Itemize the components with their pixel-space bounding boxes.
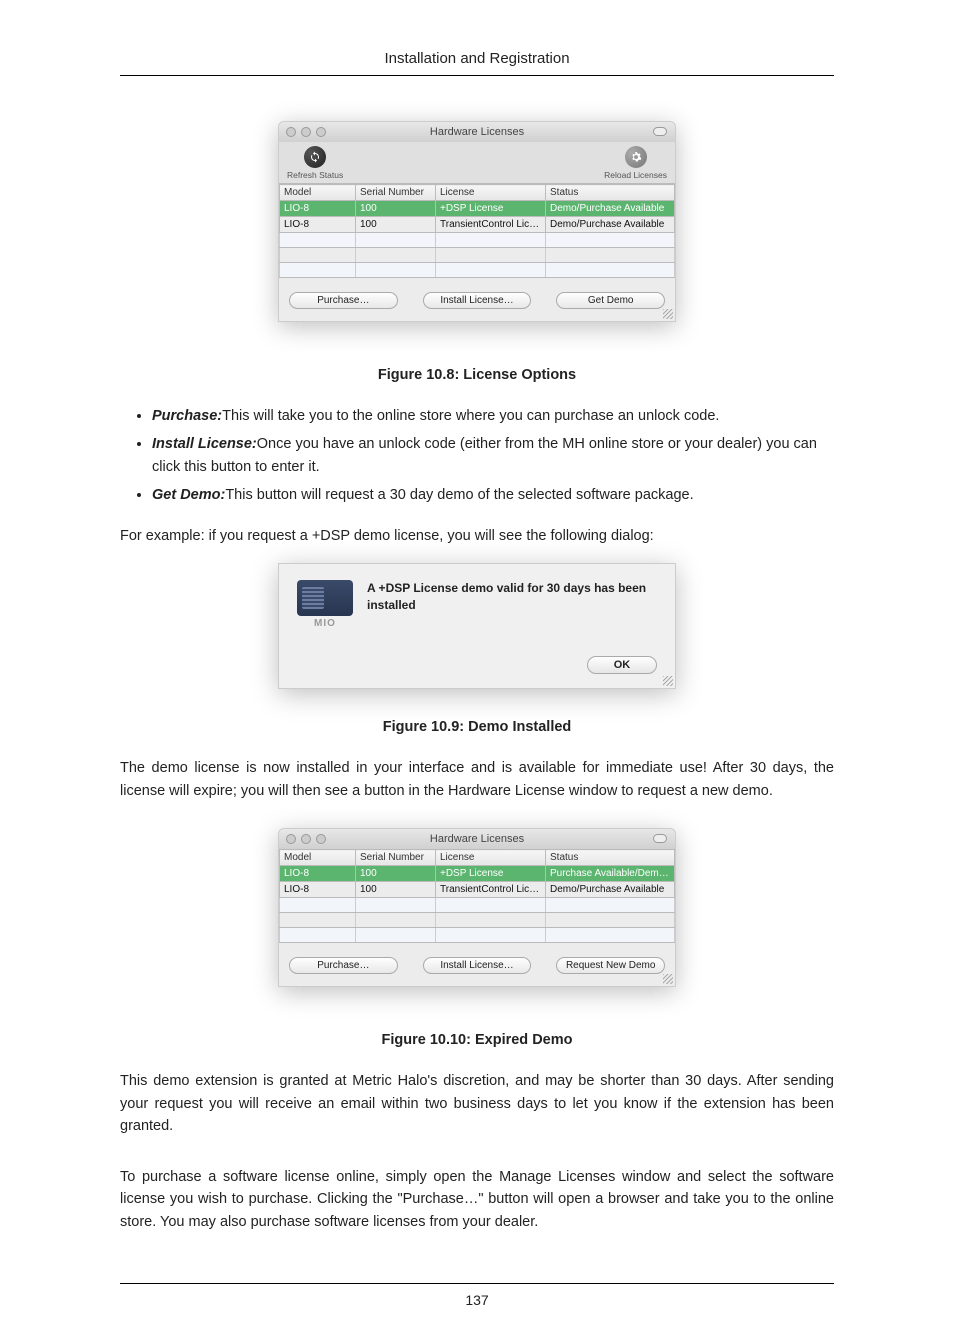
gear-icon: [625, 146, 647, 168]
cell-model: LIO-8: [280, 866, 356, 882]
paragraph-2: The demo license is now installed in you…: [120, 757, 834, 802]
bullet-list: Purchase:This will take you to the onlin…: [152, 405, 834, 507]
install-license-button[interactable]: Install License…: [423, 957, 532, 974]
table-row[interactable]: LIO-8 100 TransientControl Lic… Demo/Pur…: [280, 217, 675, 233]
col-status[interactable]: Status: [546, 185, 675, 201]
table-row[interactable]: LIO-8 100 TransientControl Lic… Demo/Pur…: [280, 882, 675, 898]
col-model[interactable]: Model: [280, 185, 356, 201]
page-number: 137: [120, 1283, 834, 1308]
bullet-desc: This will take you to the online store w…: [222, 408, 719, 424]
ok-button[interactable]: OK: [587, 656, 657, 674]
cell-model: LIO-8: [280, 882, 356, 898]
dialog-message: A +DSP License demo valid for 30 days ha…: [367, 580, 657, 612]
reload-licenses-button[interactable]: Reload Licenses: [604, 146, 667, 180]
pill-button[interactable]: [653, 127, 667, 136]
resize-grip[interactable]: [663, 309, 673, 319]
button-row: Purchase… Install License… Request New D…: [279, 943, 675, 986]
window-title: Hardware Licenses: [279, 126, 675, 138]
cell-serial: 100: [356, 866, 436, 882]
brand-label: MIO: [297, 618, 353, 629]
refresh-status-label: Refresh Status: [287, 170, 343, 180]
cell-serial: 100: [356, 882, 436, 898]
figure-caption-2: Figure 10.9: Demo Installed: [120, 719, 834, 735]
col-license[interactable]: License: [436, 185, 546, 201]
cell-license: +DSP License: [436, 201, 546, 217]
cell-status: Demo/Purchase Available: [546, 882, 675, 898]
licenses-table-1: Model Serial Number License Status LIO-8…: [279, 184, 675, 278]
col-license[interactable]: License: [436, 850, 546, 866]
licenses-table-2: Model Serial Number License Status LIO-8…: [279, 849, 675, 943]
cell-license: TransientControl Lic…: [436, 882, 546, 898]
cell-model: LIO-8: [280, 217, 356, 233]
mio-device-icon: MIO: [297, 580, 353, 632]
cell-status: Purchase Available/Dem…: [546, 866, 675, 882]
hardware-licenses-window-1: Hardware Licenses Refresh Status Reload …: [278, 121, 676, 322]
refresh-icon: [304, 146, 326, 168]
list-item: Purchase:This will take you to the onlin…: [152, 405, 834, 427]
figure-caption-3: Figure 10.10: Expired Demo: [120, 1032, 834, 1048]
install-license-button[interactable]: Install License…: [423, 292, 532, 309]
list-item: Get Demo:This button will request a 30 d…: [152, 484, 834, 506]
col-status[interactable]: Status: [546, 850, 675, 866]
demo-installed-dialog: MIO A +DSP License demo valid for 30 day…: [278, 563, 676, 689]
hardware-licenses-window-2: Hardware Licenses Model Serial Number Li…: [278, 828, 676, 987]
get-demo-button[interactable]: Get Demo: [556, 292, 665, 309]
cell-serial: 100: [356, 201, 436, 217]
figure-caption-1: Figure 10.8: License Options: [120, 367, 834, 383]
request-new-demo-button[interactable]: Request New Demo: [556, 957, 665, 974]
paragraph-3: This demo extension is granted at Metric…: [120, 1070, 834, 1137]
toolbar: Refresh Status Reload Licenses: [279, 142, 675, 184]
paragraph-4: To purchase a software license online, s…: [120, 1166, 834, 1233]
bullet-term: Get Demo:: [152, 487, 225, 503]
cell-serial: 100: [356, 217, 436, 233]
cell-model: LIO-8: [280, 201, 356, 217]
col-model[interactable]: Model: [280, 850, 356, 866]
reload-licenses-label: Reload Licenses: [604, 170, 667, 180]
titlebar: Hardware Licenses: [279, 829, 675, 849]
paragraph-1: For example: if you request a +DSP demo …: [120, 525, 834, 547]
purchase-button[interactable]: Purchase…: [289, 292, 398, 309]
list-item: Install License:Once you have an unlock …: [152, 433, 834, 478]
cell-license: TransientControl Lic…: [436, 217, 546, 233]
resize-grip[interactable]: [663, 676, 673, 686]
titlebar: Hardware Licenses: [279, 122, 675, 142]
pill-button[interactable]: [653, 834, 667, 843]
button-row: Purchase… Install License… Get Demo: [279, 278, 675, 321]
table-row[interactable]: LIO-8 100 +DSP License Purchase Availabl…: [280, 866, 675, 882]
purchase-button[interactable]: Purchase…: [289, 957, 398, 974]
cell-status: Demo/Purchase Available: [546, 201, 675, 217]
cell-license: +DSP License: [436, 866, 546, 882]
page-header: Installation and Registration: [120, 50, 834, 76]
cell-status: Demo/Purchase Available: [546, 217, 675, 233]
col-serial-number[interactable]: Serial Number: [356, 185, 436, 201]
bullet-term: Install License:: [152, 436, 257, 452]
refresh-status-button[interactable]: Refresh Status: [287, 146, 343, 180]
window-title: Hardware Licenses: [279, 833, 675, 845]
bullet-desc: This button will request a 30 day demo o…: [225, 487, 693, 503]
table-row[interactable]: LIO-8 100 +DSP License Demo/Purchase Ava…: [280, 201, 675, 217]
resize-grip[interactable]: [663, 974, 673, 984]
col-serial-number[interactable]: Serial Number: [356, 850, 436, 866]
bullet-term: Purchase:: [152, 408, 222, 424]
